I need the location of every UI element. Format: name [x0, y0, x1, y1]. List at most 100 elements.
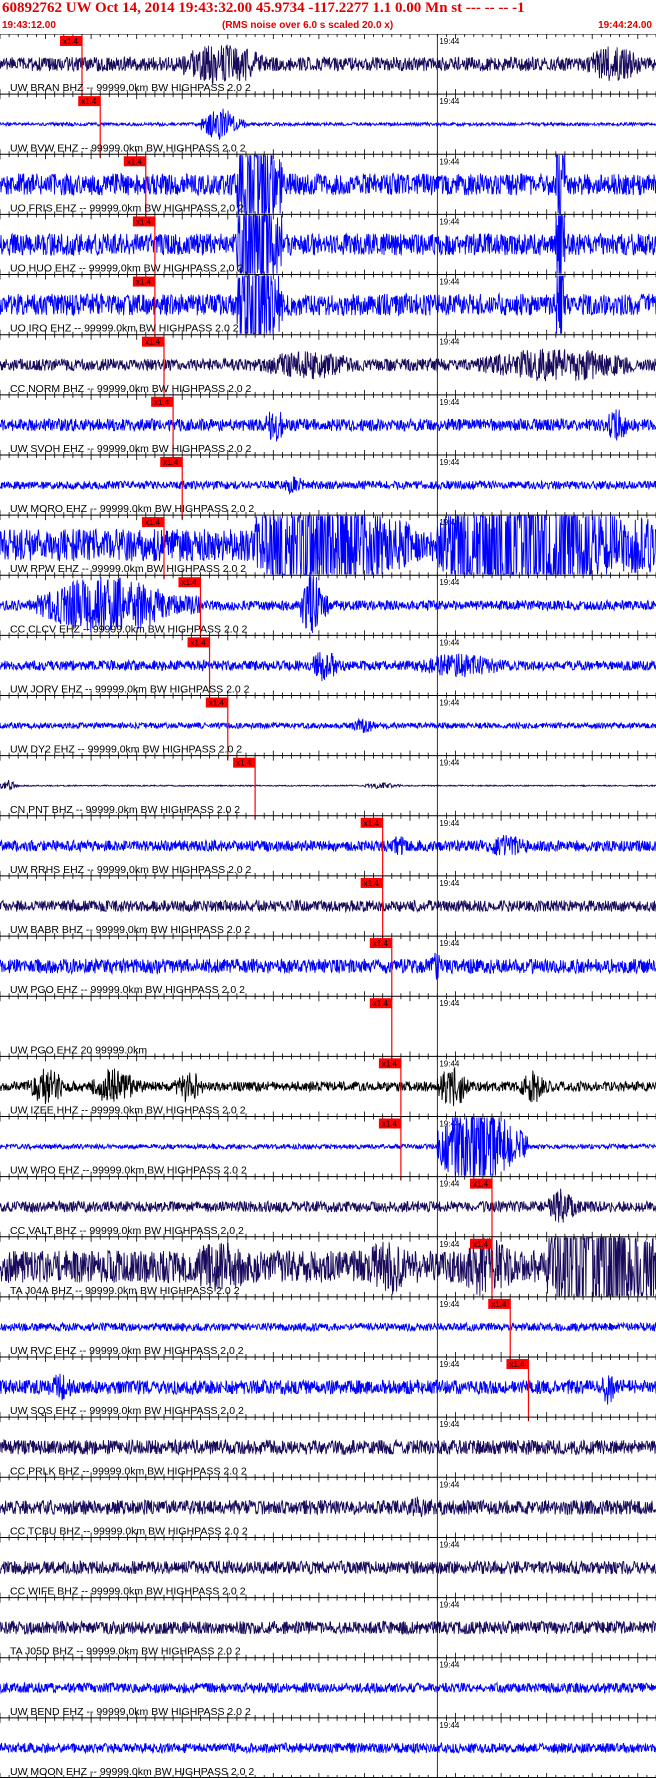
waveform — [0, 44, 656, 85]
waveform — [0, 651, 656, 682]
pick-label: x1.4 — [382, 1119, 398, 1128]
trace-panel: 19:44 CC TCBU BHZ -- 99999.0km BW HIGHPAS… — [0, 1476, 656, 1538]
waveform — [0, 1681, 656, 1695]
trace-panel: 19:44 TA J05D BHZ -- 99999.0km BW HIGHPAS… — [0, 1597, 656, 1658]
pick-label: x1.4 — [191, 638, 207, 647]
station-label: UW BEND EHZ -- 99999.0km BW HIGHPASS 2.0… — [10, 1706, 251, 1718]
end-time: 19:44:24.00 — [598, 20, 652, 31]
minute-label: 19:44 — [439, 278, 460, 287]
waveform — [0, 898, 656, 914]
trace-panel: 19:44 CC PRLK BHZ -- 99999.0km BW HIGHPAS… — [0, 1416, 656, 1478]
waveform — [0, 952, 656, 980]
pick-label: x1.4 — [63, 37, 79, 46]
pick-label: x1.4 — [136, 278, 152, 287]
station-label: CC VALT BHZ -- 99999.0km BW HIGHPASS 2.0… — [10, 1225, 244, 1237]
minute-label: 19:44 — [439, 578, 460, 587]
header: 60892762 UW Oct 14, 2014 19:43:32.00 45.… — [0, 0, 656, 34]
station-label: UO HUO EHZ -- 99999.0km BW HIGHPASS 2.0 … — [10, 263, 243, 275]
minute-label: 19:44 — [439, 1661, 460, 1670]
pick-label: x1.4 — [127, 157, 143, 166]
minute-label: 19:44 — [439, 338, 460, 347]
minute-label: 19:44 — [439, 759, 460, 768]
station-label: UO IRO EHZ -- 99999.0km BW HIGHPASS 2.0 … — [10, 323, 239, 335]
trace-panel: 19:44 x1.4 UW IZEE HHZ -- 99999.0km BW HIG… — [0, 1055, 656, 1121]
waveform — [0, 476, 656, 495]
station-label: UW WPO EHZ -- 99999.0km BW HIGHPASS 2.0 … — [10, 1165, 247, 1177]
station-label: TA J05D BHZ -- 99999.0km BW HIGHPASS 2.0… — [10, 1646, 241, 1658]
pick-label: x1.4 — [373, 939, 389, 948]
pick-label: x1.4 — [154, 398, 170, 407]
minute-label: 19:44 — [439, 999, 460, 1008]
station-label: UW SQS EHZ -- 99999.0km BW HIGHPASS 2.0 … — [10, 1405, 244, 1417]
minute-label: 19:44 — [439, 1601, 460, 1610]
station-label: UW PGO EHZ -- 99999.0km BW HIGHPASS 2.0 … — [10, 984, 245, 996]
trace-panel: 19:44 x1.4 TA J04A BHZ -- 99999.0km BW HIG… — [0, 1236, 656, 1301]
trace-panel: 19:44 x1.4 CN PNT BHZ -- 99999.0km BW HIGH… — [0, 755, 656, 820]
station-label: CC PRLK BHZ -- 99999.0km BW HIGHPASS 2.0… — [10, 1465, 247, 1477]
minute-label: 19:44 — [439, 217, 460, 226]
waveform — [0, 779, 656, 791]
minute-label: 19:44 — [439, 879, 460, 888]
waveform — [0, 409, 656, 442]
waveform — [0, 835, 656, 856]
waveform — [0, 1438, 656, 1456]
trace-panel: 19:44 x1.4 UW BABR BHZ -- 99999.0km BW HIG… — [0, 875, 656, 941]
minute-label: 19:44 — [439, 1180, 460, 1189]
minute-label: 19:44 — [439, 1540, 460, 1549]
minute-label: 19:44 — [439, 939, 460, 948]
station-label: UW SVOH EHZ -- 99999.0km BW HIGHPASS 2.0… — [10, 443, 252, 455]
pick-label: x1.4 — [473, 1180, 489, 1189]
station-label: UW DY2 EHZ -- 99999.0km BW HIGHPASS 2.0 … — [10, 744, 242, 756]
minute-label: 19:44 — [439, 819, 460, 828]
pick-label: x1.4 — [509, 1360, 525, 1369]
pick-label: x1.4 — [209, 699, 225, 708]
trace-panel: 19:44 x1.4 UW MORO EHZ -- 99999.0km BW HIG… — [0, 454, 656, 520]
station-label: CC TCBU BHZ -- 99999.0km BW HIGHPASS 2.0… — [10, 1525, 248, 1537]
minute-label: 19:44 — [439, 398, 460, 407]
pick-label: x1.4 — [491, 1300, 507, 1309]
minute-label: 19:44 — [439, 1300, 460, 1309]
minute-label: 19:44 — [439, 37, 460, 46]
station-label: UO FRIS EHZ -- 99999.0km BW HIGHPASS 2.0… — [10, 202, 244, 214]
trace-panel: 19:44 x1.4 UW SQS EHZ -- 99999.0km BW HIGH… — [0, 1356, 656, 1422]
trace-panel: 19:44 x1.4 UW PGO EHZ 20 99999.0km — [0, 995, 656, 1061]
pick-label: x1.4 — [473, 1240, 489, 1249]
station-label: CC CLCV EHZ -- 99999.0km BW HIGHPASS 2.0… — [10, 623, 247, 635]
station-label: CC WIFE BHZ -- 99999.0km BW HIGHPASS 2.0… — [10, 1586, 246, 1598]
station-label: UW RVC EHZ -- 99999.0km BW HIGHPASS 2.0 … — [10, 1345, 244, 1357]
trace-panel: 19:44 x1.4 UW BRAN BHZ -- 99999.0km BW HIG… — [0, 34, 656, 99]
trace-panel: 19:44 x1.4 UO FRIS EHZ -- 99999.0km BW HIG… — [0, 153, 656, 219]
station-label: UW IZEE HHZ -- 99999.0km BW HIGHPASS 2.0… — [10, 1104, 246, 1116]
waveform — [0, 1559, 656, 1576]
trace-panel: 19:44 x1.4 UO IRO EHZ -- 99999.0km BW HIGH… — [0, 274, 656, 339]
station-label: UW RRHS EHZ -- 99999.0km BW HIGHPASS 2.0… — [10, 864, 252, 876]
pick-label: x1.4 — [382, 1059, 398, 1068]
minute-label: 19:44 — [439, 157, 460, 166]
pick-label: x1.4 — [81, 97, 97, 106]
trace-panel: 19:44 x1.4 UW WPO EHZ -- 99999.0km BW HIGH… — [0, 1115, 656, 1181]
minute-label: 19:44 — [439, 699, 460, 708]
waveform — [0, 1619, 656, 1636]
waveform — [0, 348, 656, 382]
trace-panel: 19:44 x1.4 CC VALT BHZ -- 99999.0km BW HIG… — [0, 1176, 656, 1241]
pick-label: x1.4 — [236, 759, 252, 768]
station-label: UW BVW EHZ -- 99999.0km BW HIGHPASS 2.0 … — [10, 142, 246, 154]
trace-panel: 19:44 x1.4 UW BVW EHZ -- 99999.0km BW HIGH… — [0, 93, 656, 159]
trace-panel: 19:44 x1.4 UW DY2 EHZ -- 99999.0km BW HIGH… — [0, 695, 656, 760]
pick-label: x1.4 — [364, 879, 380, 888]
waveform — [0, 1321, 656, 1333]
trace-panel: 19:44 x1.4 UW RVC EHZ -- 99999.0km BW HIGH… — [0, 1296, 656, 1362]
trace-panel: 19:44 UW BEND EHZ -- 99999.0km BW HIGHPAS… — [0, 1657, 656, 1718]
waveform — [0, 1188, 656, 1223]
scaling-note: (RMS noise over 6.0 s scaled 20.0 x) — [222, 20, 394, 31]
minute-label: 19:44 — [439, 638, 460, 647]
waveform — [0, 717, 656, 734]
pick-label: x1.4 — [136, 217, 152, 226]
station-label: UW BABR BHZ -- 99999.0km BW HIGHPASS 2.0… — [10, 924, 250, 936]
waveform — [0, 108, 656, 140]
minute-label: 19:44 — [439, 1420, 460, 1429]
minute-label: 19:44 — [439, 1059, 460, 1068]
pick-label: x1.4 — [145, 338, 161, 347]
waveform — [0, 1496, 656, 1517]
waveform — [0, 1741, 656, 1755]
